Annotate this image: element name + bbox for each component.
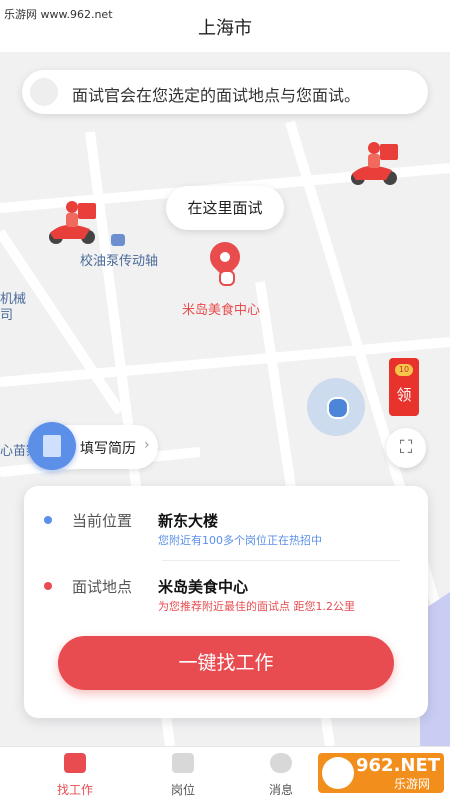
red-envelope-button[interactable]: 10 领	[389, 358, 419, 416]
megaphone-icon	[30, 78, 58, 106]
fill-resume-button[interactable]: 填写简历 ›	[28, 422, 158, 470]
chevron-right-icon: ›	[144, 437, 150, 453]
map-pin-icon	[64, 753, 86, 773]
tab-label: 岗位	[170, 783, 195, 797]
coin-icon: 10	[395, 364, 413, 376]
watermark-logo: 962.NET 乐游网	[318, 753, 444, 793]
bus-icon	[111, 234, 125, 246]
pin-base	[219, 270, 235, 286]
tab-find-job[interactable]: 找工作	[30, 747, 120, 801]
tab-label: 消息	[268, 783, 293, 797]
page-title: 上海市	[198, 18, 252, 39]
interview-location-label: 面试地点	[72, 578, 133, 596]
notice-bar: 面试官会在您选定的面试地点与您面试。	[22, 70, 428, 114]
header: 乐游网 www.962.net 上海市	[0, 0, 450, 52]
interview-location-value[interactable]: 米岛美食中心	[158, 576, 248, 597]
map-label-bus-stop: 校油泵传动轴	[80, 254, 159, 269]
tab-positions[interactable]: 岗位	[138, 747, 228, 801]
interview-bubble: 在这里面试	[166, 186, 284, 230]
tab-bar: 找工作 岗位 消息 962.NET 乐游网	[0, 746, 450, 801]
pin-center	[220, 252, 230, 262]
interview-location-bullet	[44, 582, 52, 590]
divider	[162, 560, 400, 561]
current-location-label: 当前位置	[72, 512, 133, 530]
resume-icon	[28, 422, 76, 470]
delivery-rider-icon	[351, 142, 398, 185]
tab-messages[interactable]: 消息	[236, 747, 326, 801]
map-label-left-2: 司	[0, 308, 14, 323]
interview-location-sub: 为您推荐附近最佳的面试点 距您1.2公里	[158, 600, 355, 613]
current-location-sub: 您附近有100多个岗位正在热招中	[158, 534, 322, 547]
chat-icon	[270, 753, 292, 773]
find-job-button[interactable]: 一键找工作	[58, 636, 394, 690]
current-location-bullet	[44, 516, 52, 524]
watermark-small: 乐游网	[394, 777, 431, 791]
poi-name: 米岛美食中心	[182, 303, 261, 318]
scan-icon[interactable]: ⛶	[386, 428, 426, 468]
briefcase-icon	[172, 753, 194, 773]
notice-text: 面试官会在您选定的面试地点与您面试。	[72, 86, 361, 105]
location-card: 当前位置 新东大楼 您附近有100多个岗位正在热招中 面试地点 米岛美食中心 为…	[24, 486, 428, 718]
red-envelope-label: 领	[396, 386, 412, 404]
watermark-big: 962.NET	[356, 755, 441, 776]
delivery-rider-icon	[49, 201, 96, 244]
watermark-circle	[322, 757, 354, 789]
current-location-value[interactable]: 新东大楼	[158, 510, 218, 531]
tab-label: 找工作	[56, 783, 93, 797]
current-location-dot	[327, 397, 349, 419]
fill-resume-label: 填写简历	[80, 441, 136, 457]
